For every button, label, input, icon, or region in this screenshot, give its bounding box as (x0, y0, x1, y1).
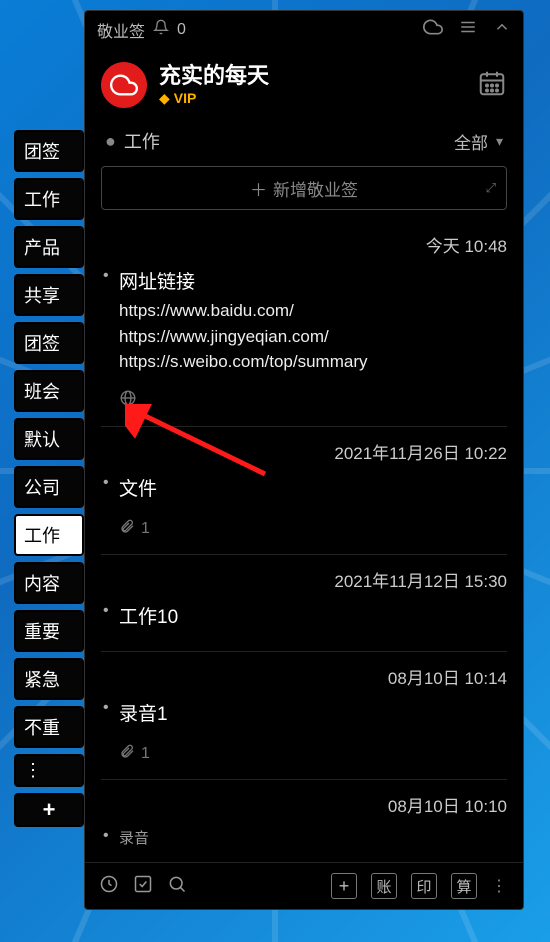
title-bar: 敬业签 0 (85, 11, 523, 48)
note-meta[interactable]: 1 (101, 519, 507, 550)
bell-icon[interactable] (153, 19, 169, 40)
note-item[interactable]: 工作10 (101, 598, 507, 647)
sidebar-add-button[interactable]: + (14, 793, 84, 827)
note-item[interactable]: 文件 (101, 470, 507, 519)
account-title: 充实的每天 (159, 63, 269, 89)
bottom-bar: + 账 印 算 ⋮ (85, 862, 523, 909)
bullet-icon: ● (105, 131, 116, 152)
note-title: 录音 (119, 827, 507, 848)
sidebar-tab[interactable]: 班会 (14, 370, 84, 412)
vip-badge: ◆ VIP (159, 90, 269, 107)
vip-label: VIP (174, 90, 197, 106)
diamond-icon: ◆ (159, 90, 170, 107)
sidebar-tab[interactable]: 不重 (14, 706, 84, 748)
sidebar-tab[interactable]: 内容 (14, 562, 84, 604)
sidebar-tab[interactable]: 产品 (14, 226, 84, 268)
header: 充实的每天 ◆ VIP (85, 48, 523, 114)
sidebar-tab[interactable]: 公司 (14, 466, 84, 508)
note-line: https://www.baidu.com/ (119, 298, 507, 324)
timestamp: 今天 10:48 (101, 224, 507, 263)
note-meta[interactable]: 1 (101, 744, 507, 775)
collapse-icon[interactable] (493, 18, 511, 41)
note-title: 录音1 (119, 699, 507, 726)
expand-icon[interactable]: ⤢ (486, 180, 496, 196)
calendar-icon[interactable] (477, 68, 507, 103)
add-note-label: 新增敬业签 (273, 176, 358, 201)
chevron-down-icon[interactable]: ▾ (496, 133, 503, 150)
browser-icon (119, 389, 137, 412)
timestamp: 08月10日 10:14 (101, 656, 507, 695)
avatar[interactable] (101, 62, 147, 108)
timestamp: 08月10日 10:10 (101, 784, 507, 823)
note-title: 网址链接 (119, 267, 507, 294)
sidebar-tab-active[interactable]: 工作 (14, 514, 84, 556)
app-panel: 敬业签 0 充实的每天 ◆ VIP ● (84, 10, 524, 910)
category-row: ● 工作 全部 ▾ (85, 114, 523, 162)
sidebar-tab[interactable]: 团签 (14, 130, 84, 172)
sidebar-more-button[interactable]: ⋮ (14, 754, 84, 787)
attachment-icon (119, 744, 135, 765)
note-title: 工作10 (119, 602, 507, 629)
note-title: 文件 (119, 474, 507, 501)
sidebar-tabs: 团签 工作 产品 共享 团签 班会 默认 公司 工作 内容 重要 紧急 不重 ⋮… (14, 130, 84, 833)
note-item[interactable]: 网址链接 https://www.baidu.com/ https://www.… (101, 263, 507, 389)
bottom-add-button[interactable]: + (331, 873, 357, 899)
bottom-sq-button[interactable]: 算 (451, 873, 477, 899)
sidebar-tab[interactable]: 紧急 (14, 658, 84, 700)
attachment-count: 1 (141, 745, 150, 763)
attachment-icon (119, 519, 135, 540)
bottom-sq-button[interactable]: 印 (411, 873, 437, 899)
note-line: https://s.weibo.com/top/summary (119, 349, 507, 375)
note-meta[interactable] (101, 389, 507, 422)
brand-label: 敬业签 (97, 18, 145, 42)
filter-all[interactable]: 全部 (454, 129, 488, 154)
note-line: https://www.jingyeqian.com/ (119, 324, 507, 350)
note-item[interactable]: 录音1 (101, 695, 507, 744)
sidebar-tab[interactable]: 共享 (14, 274, 84, 316)
clock-icon[interactable] (99, 874, 119, 899)
menu-icon[interactable] (459, 18, 477, 41)
notification-count: 0 (177, 21, 186, 39)
sidebar-tab[interactable]: 工作 (14, 178, 84, 220)
timestamp: 2021年11月26日 10:22 (101, 431, 507, 470)
plus-icon: ＋ (250, 176, 267, 201)
notes-list: 今天 10:48 网址链接 https://www.baidu.com/ htt… (85, 224, 523, 862)
search-icon[interactable] (167, 874, 187, 899)
category-name[interactable]: 工作 (124, 128, 160, 154)
sidebar-tab[interactable]: 团签 (14, 322, 84, 364)
sidebar-tab[interactable]: 重要 (14, 610, 84, 652)
add-note-button[interactable]: ＋ 新增敬业签 ⤢ (101, 166, 507, 210)
checkbox-icon[interactable] (133, 874, 153, 899)
cloud-sync-icon[interactable] (423, 17, 443, 42)
attachment-count: 1 (141, 520, 150, 538)
timestamp: 2021年11月12日 15:30 (101, 559, 507, 598)
sidebar-tab[interactable]: 默认 (14, 418, 84, 460)
bottom-more-icon[interactable]: ⋮ (491, 876, 509, 896)
bottom-sq-button[interactable]: 账 (371, 873, 397, 899)
note-item[interactable]: 录音 (101, 823, 507, 848)
